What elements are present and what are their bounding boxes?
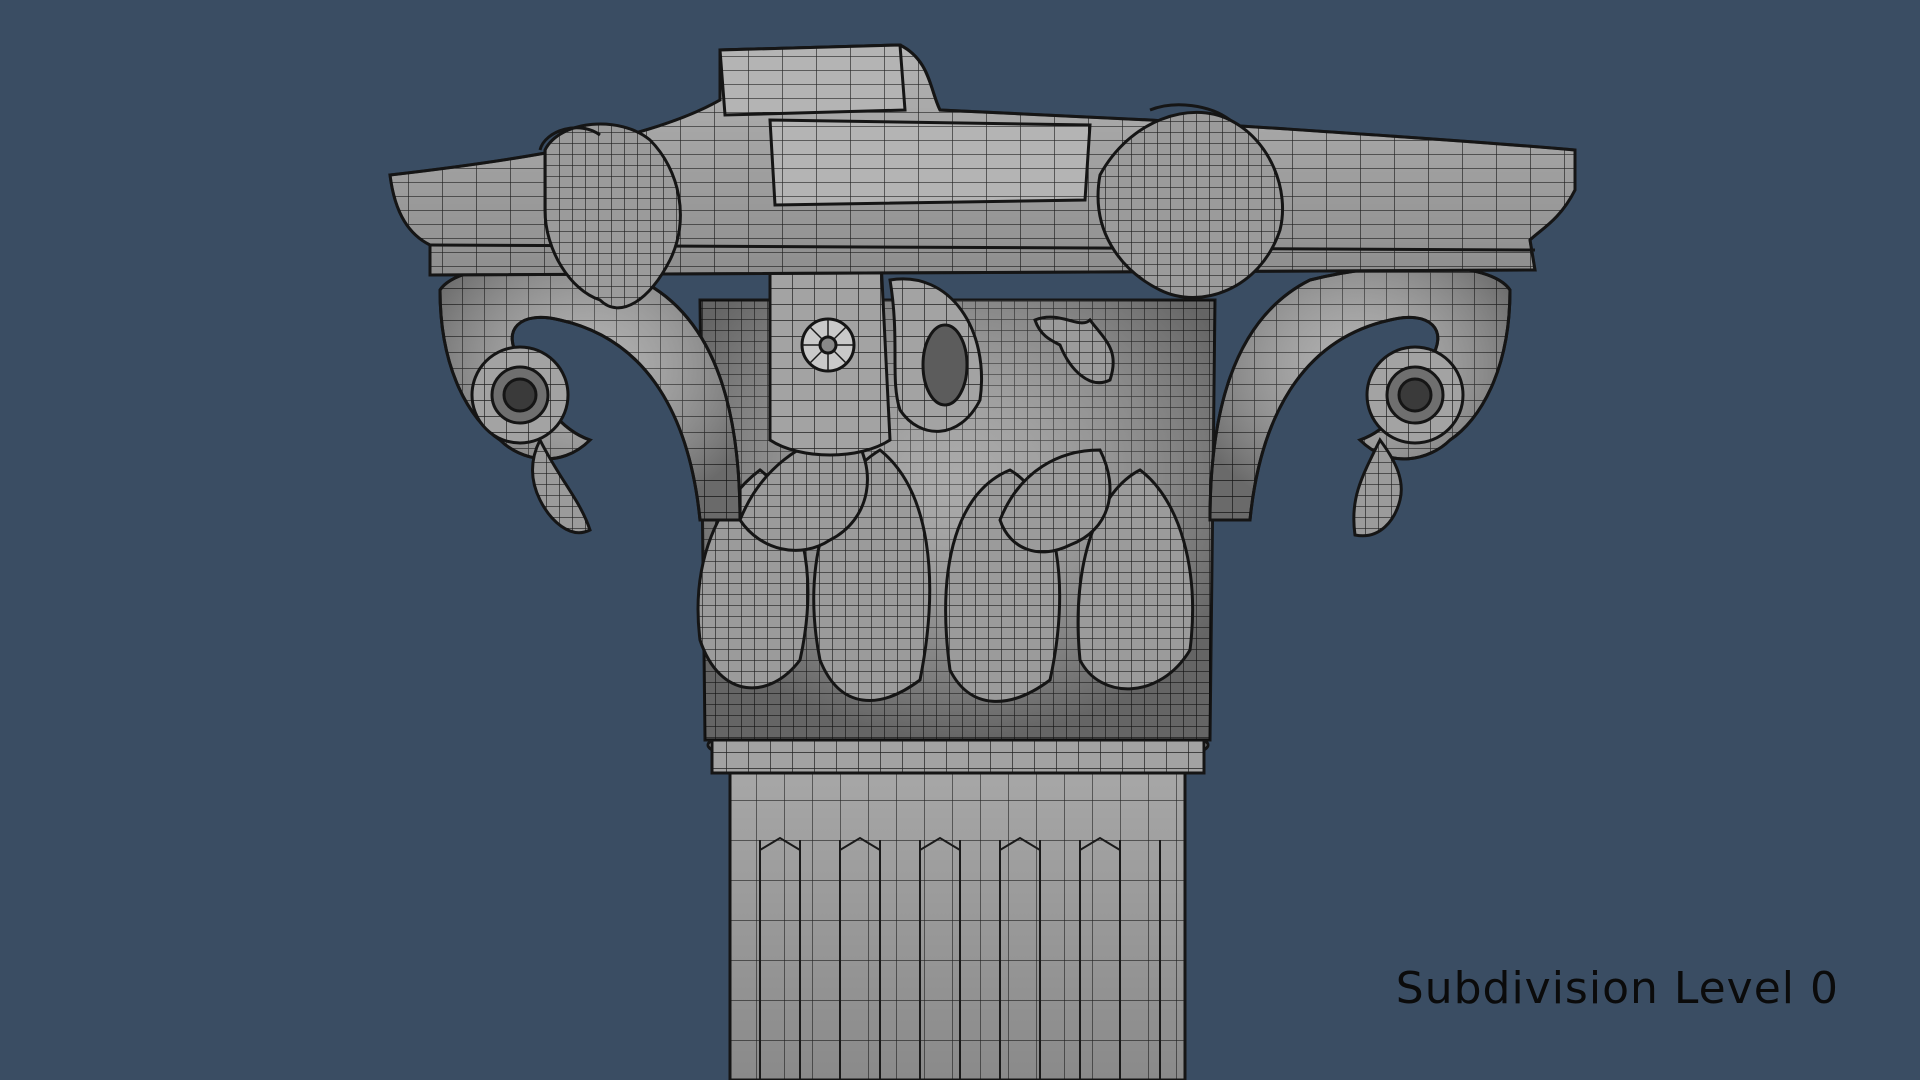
- corinthian-capital-wireframe-render: [388, 43, 1577, 1080]
- 3d-viewport[interactable]: Subdivision Level 0: [0, 0, 1920, 1080]
- left-volute: [438, 264, 742, 535]
- subdivision-level-caption: Subdivision Level 0: [1395, 963, 1839, 1014]
- column-shaft: [728, 768, 1187, 1080]
- right-volute: [1208, 264, 1512, 538]
